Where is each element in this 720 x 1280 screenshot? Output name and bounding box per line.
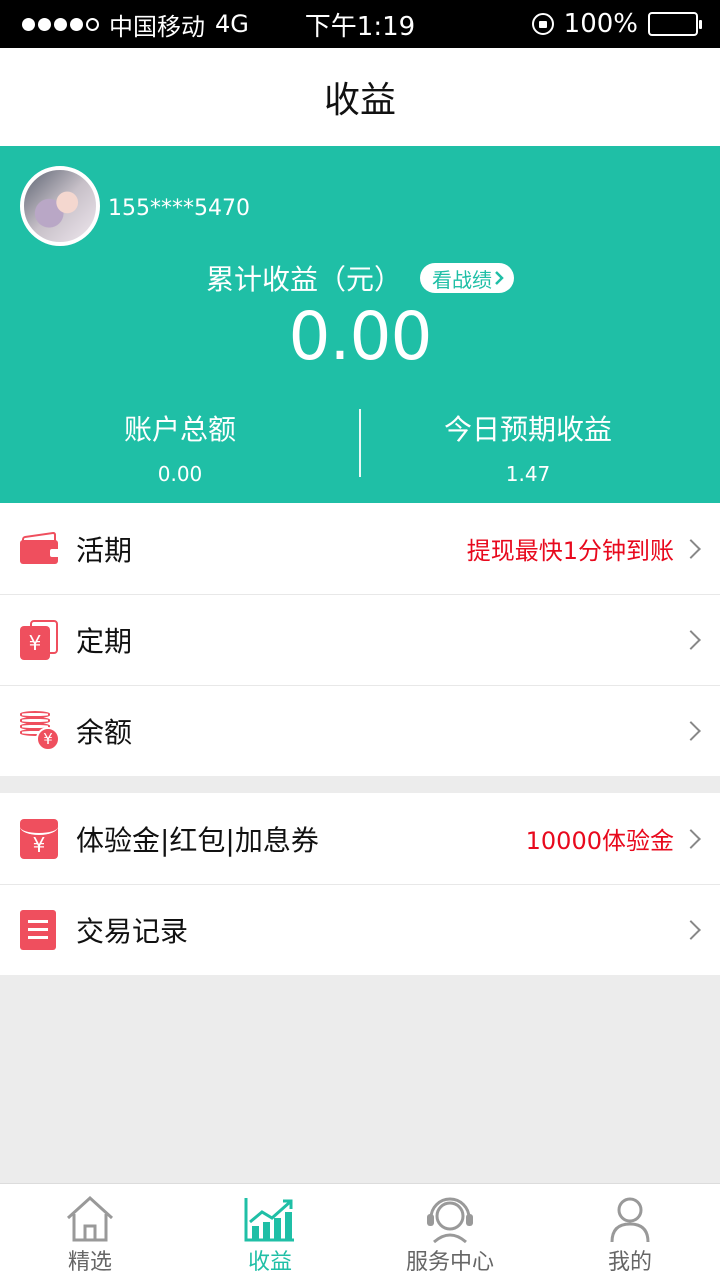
headset-icon bbox=[427, 1197, 473, 1244]
chevron-right-icon bbox=[681, 538, 701, 559]
menu-item-note: 10000体验金 bbox=[525, 827, 674, 855]
menu-item-fixed[interactable]: ¥ 定期 bbox=[0, 594, 720, 685]
user-icon bbox=[610, 1197, 650, 1243]
chevron-right-icon bbox=[681, 630, 701, 650]
bottom-tab-bar: 精选 收益 服务中心 我的 bbox=[0, 1183, 720, 1280]
chevron-right-icon bbox=[681, 828, 701, 849]
chevron-right-icon bbox=[495, 271, 504, 285]
red-envelope-icon: ¥ bbox=[20, 818, 58, 859]
menu-group-products: 活期 提现最快1分钟到账 ¥ 定期 ¥ 余额 bbox=[0, 503, 720, 776]
menu-item-label: 体验金|红包|加息券 bbox=[76, 823, 319, 857]
menu-group-extras: ¥ 体验金|红包|加息券 10000体验金 交易记录 bbox=[0, 793, 720, 975]
receipt-icon bbox=[20, 910, 56, 950]
cumulative-value: 0.00 bbox=[288, 298, 433, 375]
status-right: 100% bbox=[531, 0, 702, 48]
today-expected-label: 今日预期收益 bbox=[443, 413, 612, 446]
chevron-right-icon bbox=[681, 721, 701, 741]
menu-item-balance[interactable]: ¥ 余额 bbox=[0, 685, 720, 776]
cumulative-label: 累计收益（元） bbox=[205, 263, 402, 296]
chart-icon bbox=[244, 1198, 294, 1242]
home-icon bbox=[66, 1195, 114, 1242]
tab-label: 服务中心 bbox=[405, 1250, 494, 1275]
view-record-label: 看战绩 bbox=[432, 267, 492, 292]
account-total-label: 账户总额 bbox=[123, 413, 236, 446]
menu-item-label: 定期 bbox=[76, 625, 133, 658]
battery-icon bbox=[648, 12, 702, 36]
tab-mine[interactable]: 我的 bbox=[540, 1184, 720, 1280]
page-title: 收益 bbox=[0, 48, 720, 146]
tab-service-center[interactable]: 服务中心 bbox=[360, 1184, 540, 1280]
tab-label: 我的 bbox=[607, 1250, 652, 1275]
today-expected-value: 1.47 bbox=[505, 462, 551, 486]
today-expected[interactable]: 今日预期收益 1.47 bbox=[360, 408, 696, 486]
tab-label: 收益 bbox=[247, 1250, 292, 1275]
menu-item-bonus[interactable]: ¥ 体验金|红包|加息券 10000体验金 bbox=[0, 793, 720, 884]
avatar[interactable] bbox=[20, 166, 100, 246]
coins-icon: ¥ bbox=[20, 711, 60, 751]
menu-item-label: 活期 bbox=[76, 533, 133, 567]
tab-earnings[interactable]: 收益 bbox=[180, 1184, 360, 1280]
cumulative-row: 累计收益（元） 看战绩 bbox=[0, 258, 720, 298]
tab-featured[interactable]: 精选 bbox=[0, 1184, 180, 1280]
menu-item-label: 交易记录 bbox=[76, 915, 189, 948]
account-total-value: 0.00 bbox=[157, 462, 203, 486]
view-record-button[interactable]: 看战绩 bbox=[420, 263, 514, 293]
menu-item-label: 余额 bbox=[76, 716, 133, 749]
tab-label: 精选 bbox=[67, 1250, 112, 1275]
earnings-summary: 155****5470 累计收益（元） 看战绩 0.00 账户总额 0.00 今… bbox=[0, 146, 720, 503]
account-total[interactable]: 账户总额 0.00 bbox=[12, 408, 348, 486]
status-bar: 中国移动 4G 下午1:19 100% bbox=[0, 0, 720, 48]
chevron-right-icon bbox=[681, 920, 701, 940]
battery-percent: 100% bbox=[563, 9, 638, 39]
rotation-lock-icon bbox=[531, 13, 554, 35]
menu-item-note: 提现最快1分钟到账 bbox=[466, 537, 674, 565]
cards-icon: ¥ bbox=[20, 620, 58, 660]
user-phone: 155****5470 bbox=[108, 196, 250, 221]
menu-item-current[interactable]: 活期 提现最快1分钟到账 bbox=[0, 503, 720, 594]
wallet-icon bbox=[20, 531, 60, 564]
menu-item-transactions[interactable]: 交易记录 bbox=[0, 884, 720, 975]
